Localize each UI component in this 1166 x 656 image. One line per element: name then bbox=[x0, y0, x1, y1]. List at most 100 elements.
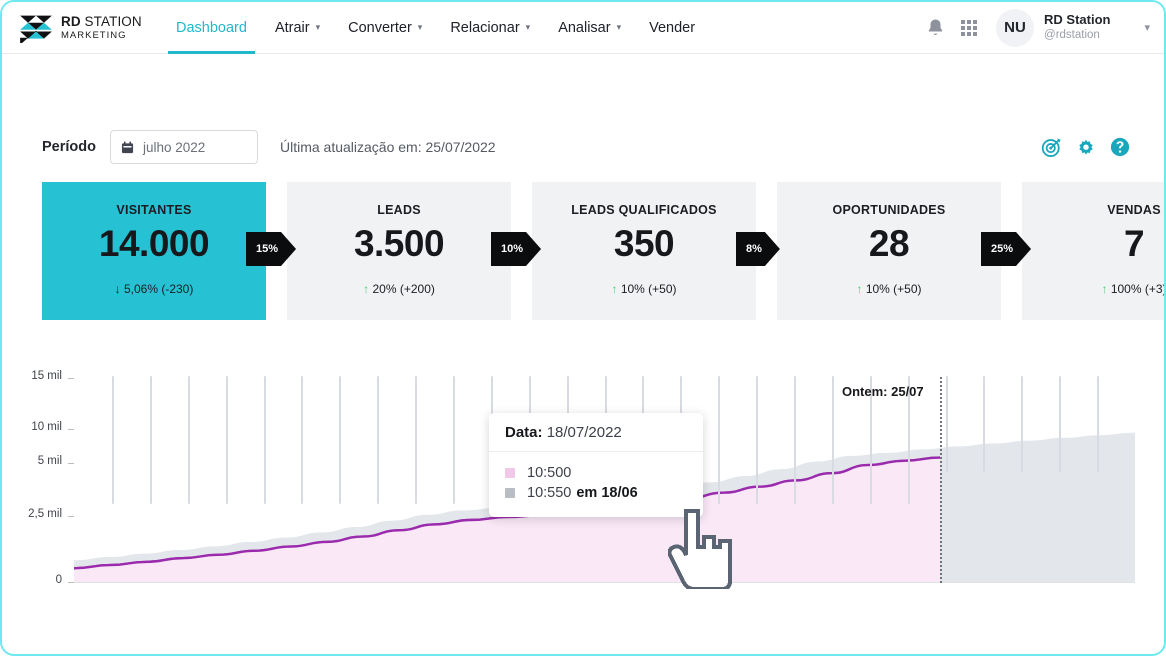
chart-gridline bbox=[263, 376, 266, 504]
nav-item-vender[interactable]: Vender bbox=[635, 2, 709, 54]
bell-icon bbox=[928, 19, 942, 35]
card-title: VENDAS bbox=[1107, 203, 1161, 217]
card-delta: ↑ 100% (+3) bbox=[1101, 282, 1166, 296]
last-update-text: Última atualização em: 25/07/2022 bbox=[279, 139, 496, 155]
nav-label: Converter bbox=[348, 19, 412, 36]
card-value: 350 bbox=[613, 223, 675, 264]
card-delta-text: 20% (+200) bbox=[372, 282, 435, 296]
account-name: RD Station bbox=[1044, 12, 1111, 28]
brand-rd: RD bbox=[61, 14, 81, 29]
arrow-up-icon: ↑ bbox=[363, 282, 370, 296]
funnel-card-visitantes[interactable]: VISITANTES 14.000 ↓ 5,06% (-230) 15% bbox=[42, 182, 266, 320]
nav-item-atrair[interactable]: Atrair ▾ bbox=[261, 2, 334, 54]
chart-gridline bbox=[794, 376, 796, 504]
tooltip-row-text: 10:550 bbox=[527, 485, 572, 501]
chevron-down-icon: ▾ bbox=[525, 22, 531, 32]
nav-label: Atrair bbox=[274, 19, 310, 36]
funnel-card-leads[interactable]: LEADS 3.500 ↑ 20% (+200) 10% bbox=[287, 182, 511, 320]
brand-wordmark: RD STATION MARKETING bbox=[61, 15, 142, 40]
notifications-button[interactable] bbox=[918, 11, 952, 45]
gear-icon[interactable] bbox=[1076, 137, 1096, 157]
arrow-up-icon: ↑ bbox=[856, 282, 863, 296]
chart-tooltip: Data: 18/07/2022 10:500 10:550 em 18/06 bbox=[489, 413, 703, 517]
conversion-value: 25% bbox=[991, 243, 1014, 255]
tooltip-header: Data: 18/07/2022 bbox=[489, 413, 703, 452]
card-delta: ↓ 5,06% (-230) bbox=[115, 282, 194, 296]
chart-gridline bbox=[718, 376, 721, 504]
avatar-initials: NU bbox=[1004, 19, 1026, 36]
funnel-card-vendas[interactable]: VENDAS 7 ↑ 100% (+3) bbox=[1022, 182, 1166, 320]
card-delta-text: 100% (+3) bbox=[1110, 282, 1166, 296]
brand-logo[interactable]: RD STATION MARKETING bbox=[18, 13, 142, 43]
card-title: OPORTUNIDADES bbox=[832, 203, 946, 217]
avatar[interactable]: NU bbox=[996, 8, 1035, 47]
nav-item-converter[interactable]: Converter ▾ bbox=[334, 2, 436, 54]
nav-label: Analisar bbox=[558, 19, 611, 36]
chart-gridline bbox=[756, 376, 759, 504]
card-delta-text: 10% (+50) bbox=[865, 282, 922, 296]
chart-y-tick-label: 15 mil bbox=[31, 370, 62, 382]
chart-gridline bbox=[377, 376, 380, 504]
tooltip-swatch-previous bbox=[505, 488, 515, 498]
brand-station: STATION bbox=[80, 14, 142, 29]
ontem-divider-line bbox=[940, 377, 942, 583]
funnel-cards: VISITANTES 14.000 ↓ 5,06% (-230) 15% LEA… bbox=[42, 182, 1166, 320]
brand-line-1: RD STATION bbox=[61, 15, 142, 29]
app-window: RD STATION MARKETING Dashboard Atrair ▾ … bbox=[0, 0, 1166, 656]
account-info[interactable]: RD Station @rdstation bbox=[1044, 12, 1110, 43]
chart-gridline bbox=[225, 376, 228, 504]
chart-gridline bbox=[415, 376, 417, 504]
ontem-annotation-label: Ontem: 25/07 bbox=[842, 384, 924, 399]
nav-label: Relacionar bbox=[450, 19, 520, 36]
card-title: LEADS QUALIFICADOS bbox=[571, 203, 717, 217]
chart-gridline bbox=[111, 376, 114, 504]
nav-item-relacionar[interactable]: Relacionar ▾ bbox=[436, 2, 544, 54]
card-delta-text: 10% (+50) bbox=[620, 282, 677, 296]
brand-marketing: MARKETING bbox=[61, 29, 127, 41]
chart-y-tick-label: 10 mil bbox=[31, 421, 62, 433]
conversion-badge-3: 8% bbox=[736, 232, 780, 266]
chevron-down-icon: ▾ bbox=[616, 22, 622, 32]
card-value: 28 bbox=[868, 223, 910, 264]
main-nav: Dashboard Atrair ▾ Converter ▾ Relaciona… bbox=[162, 2, 709, 54]
top-navigation-bar: RD STATION MARKETING Dashboard Atrair ▾ … bbox=[2, 2, 1164, 54]
nav-item-analisar[interactable]: Analisar ▾ bbox=[544, 2, 635, 54]
card-title: VISITANTES bbox=[116, 203, 192, 217]
conversion-value: 8% bbox=[746, 243, 762, 255]
tooltip-row-text: 10:500 bbox=[527, 465, 572, 481]
chart-gridline bbox=[1021, 376, 1024, 472]
chart-y-tick-label: 2,5 mil bbox=[28, 508, 62, 520]
goal-target-icon[interactable] bbox=[1041, 137, 1062, 158]
period-tools bbox=[1041, 137, 1164, 158]
card-value: 14.000 bbox=[98, 223, 210, 264]
card-title: LEADS bbox=[377, 203, 421, 217]
chevron-down-icon: ▾ bbox=[315, 22, 321, 32]
nav-item-dashboard[interactable]: Dashboard bbox=[162, 2, 261, 54]
period-select[interactable]: julho 2022 bbox=[109, 130, 258, 164]
period-toolbar: Período julho 2022 Última atualização em… bbox=[2, 120, 1164, 174]
card-value: 3.500 bbox=[353, 223, 445, 264]
card-value: 7 bbox=[1123, 223, 1145, 264]
apps-grid-button[interactable] bbox=[952, 11, 986, 45]
calendar-icon bbox=[121, 141, 134, 153]
funnel-card-oportunidades[interactable]: OPORTUNIDADES 28 ↑ 10% (+50) 25% bbox=[777, 182, 1001, 320]
tooltip-swatch-current bbox=[505, 468, 515, 478]
hand-pointer-cursor bbox=[667, 507, 734, 594]
card-delta-text: 5,06% (-230) bbox=[123, 282, 194, 296]
account-menu-chevron-down-icon[interactable]: ▾ bbox=[1144, 21, 1150, 34]
tooltip-row-previous: 10:550 em 18/06 bbox=[505, 485, 703, 501]
funnel-card-leads-qualificados[interactable]: LEADS QUALIFICADOS 350 ↑ 10% (+50) 8% bbox=[532, 182, 756, 320]
help-circle-icon[interactable] bbox=[1110, 137, 1130, 157]
chart-gridline bbox=[1097, 376, 1100, 472]
conversion-value: 10% bbox=[501, 243, 524, 255]
top-bar-right: NU RD Station @rdstation ▾ bbox=[918, 8, 1164, 47]
conversion-value: 15% bbox=[256, 243, 279, 255]
chart-gridline bbox=[1059, 376, 1062, 472]
rd-station-logo-icon bbox=[20, 15, 52, 43]
chart-gridline bbox=[452, 376, 455, 504]
chart-gridline bbox=[149, 376, 152, 504]
period-value: julho 2022 bbox=[142, 139, 206, 155]
chart-gridline bbox=[339, 376, 342, 504]
arrow-down-icon: ↓ bbox=[114, 282, 121, 296]
chart-y-tick-label: 0 bbox=[55, 574, 62, 586]
